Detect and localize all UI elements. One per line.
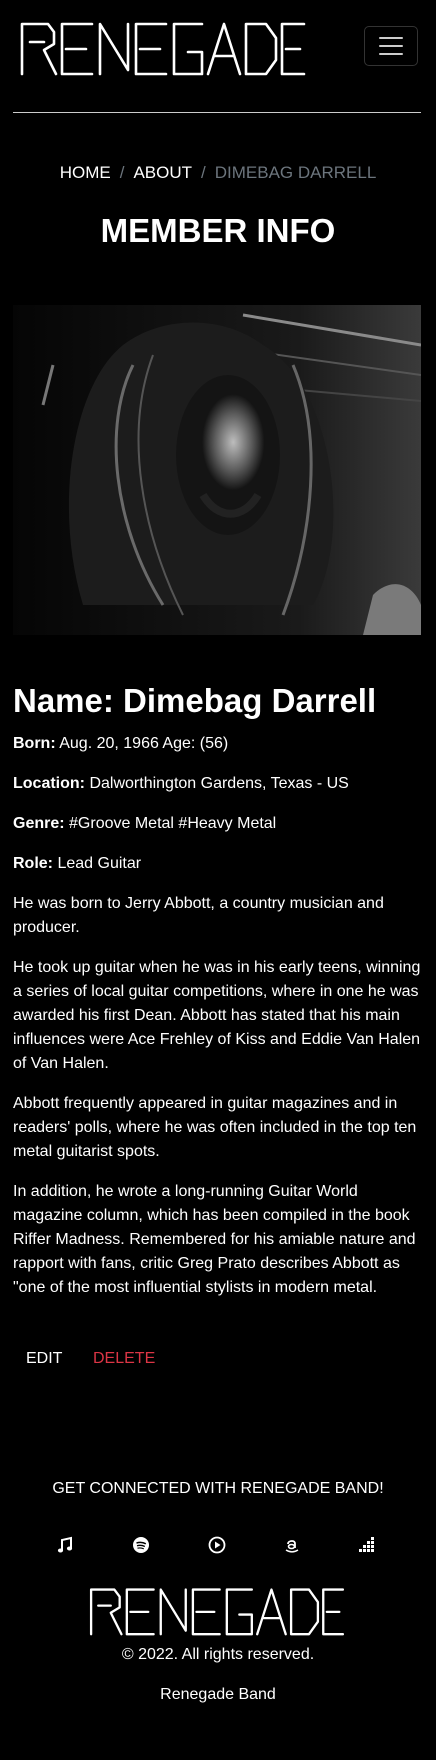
born-label: Born:: [13, 735, 56, 752]
breadcrumb-home-link[interactable]: HOME: [60, 163, 111, 182]
location-row: Location: Dalworthington Gardens, Texas …: [13, 772, 421, 796]
breadcrumb-current: DIMEBAG DARRELL: [214, 163, 377, 182]
delete-button[interactable]: DELETE: [93, 1350, 155, 1368]
location-label: Location:: [13, 775, 85, 792]
breadcrumb: HOME / ABOUT / DIMEBAG DARRELL: [0, 163, 436, 183]
member-name: Name: Dimebag Darrell: [13, 682, 377, 719]
breadcrumb-about-link[interactable]: ABOUT: [133, 163, 192, 182]
social-links: [0, 1536, 436, 1556]
role-row: Role: Lead Guitar: [13, 852, 421, 876]
footer-connect-heading: GET CONNECTED WITH RENEGADE BAND!: [52, 1480, 384, 1497]
edit-button[interactable]: EDIT: [26, 1350, 62, 1368]
footer-band-name: Renegade Band: [160, 1686, 276, 1703]
menu-toggle-button[interactable]: [364, 26, 418, 66]
breadcrumb-separator: /: [119, 163, 125, 182]
born-row: Born: Aug. 20, 1966 Age: (56): [13, 732, 421, 756]
location-value: Dalworthington Gardens, Texas - US: [89, 775, 349, 792]
member-actions: EDIT DELETE: [13, 1350, 421, 1374]
navbar: [0, 0, 436, 113]
member-details: Name: Dimebag Darrell Born: Aug. 20, 196…: [13, 680, 421, 1316]
genre-value: #Groove Metal #Heavy Metal: [69, 815, 277, 832]
bio-paragraph: He took up guitar when he was in his ear…: [13, 959, 421, 1072]
page-title: MEMBER INFO: [100, 212, 336, 249]
role-value: Lead Guitar: [57, 855, 142, 872]
spotify-icon[interactable]: [132, 1536, 150, 1554]
nav-divider: [13, 112, 421, 113]
role-label: Role:: [13, 855, 53, 872]
renegade-logo: [20, 22, 306, 76]
renegade-footer-logo: [89, 1588, 345, 1636]
born-value: Aug. 20, 1966 Age: (56): [59, 735, 229, 752]
breadcrumb-separator: /: [201, 163, 206, 182]
bio-paragraph: Abbott frequently appeared in guitar mag…: [13, 1095, 417, 1160]
hamburger-line-icon: [379, 45, 403, 47]
hamburger-line-icon: [379, 53, 403, 55]
copyright-text: © 2022. All rights reserved.: [121, 1646, 315, 1663]
genre-row: Genre: #Groove Metal #Heavy Metal: [13, 812, 421, 836]
member-photo: [13, 305, 421, 635]
play-circle-icon[interactable]: [208, 1536, 226, 1554]
bio-paragraph: He was born to Jerry Abbott, a country m…: [13, 895, 384, 936]
deezer-icon[interactable]: [358, 1536, 376, 1554]
amazon-icon[interactable]: [283, 1536, 301, 1554]
bio-paragraph: In addition, he wrote a long-running Gui…: [13, 1183, 416, 1296]
hamburger-line-icon: [379, 37, 403, 39]
genre-label: Genre:: [13, 815, 65, 832]
music-note-icon[interactable]: [56, 1536, 74, 1554]
